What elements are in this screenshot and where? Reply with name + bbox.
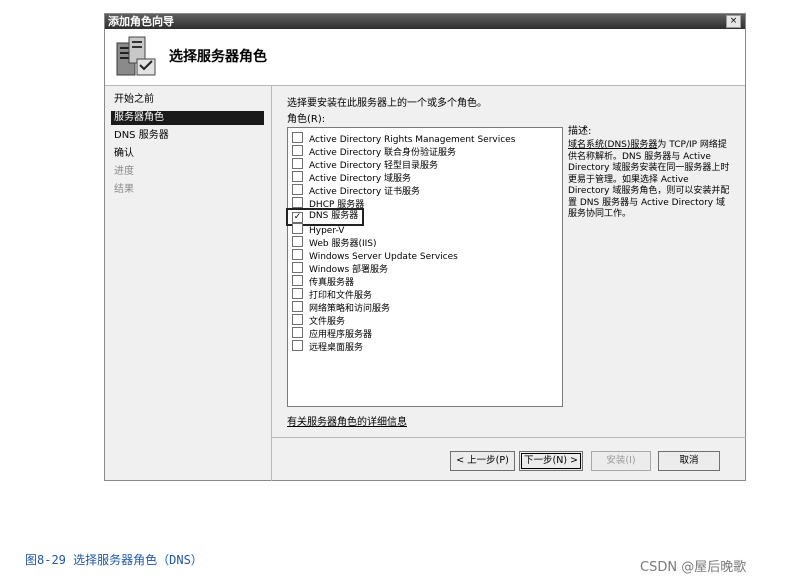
role-checkbox[interactable] [292, 171, 303, 182]
figure-caption: 图8-29 选择服务器角色（DNS） [25, 553, 203, 567]
nav-item-server-roles[interactable]: 服务器角色 [111, 111, 264, 125]
more-info-link[interactable]: 有关服务器角色的详细信息 [287, 413, 407, 428]
role-checkbox[interactable] [292, 249, 303, 260]
role-label: 文件服务 [309, 317, 346, 327]
role-checkbox[interactable] [292, 327, 303, 338]
role-checkbox[interactable] [292, 275, 303, 286]
role-description: 域名系统(DNS)服务器为 TCP/IP 网络提供名称解析。DNS 服务器与 A… [568, 140, 732, 221]
role-item[interactable]: Active Directory 证书服务 [292, 184, 420, 197]
title-bar[interactable]: 添加角色向导 × [105, 14, 745, 29]
roles-listbox[interactable]: Active Directory Rights Management Servi… [285, 127, 563, 407]
role-item[interactable]: 打印和文件服务 [292, 288, 372, 301]
nav-item-progress: 进度 [114, 166, 134, 177]
footer-divider [272, 437, 746, 438]
page-title: 选择服务器角色 [169, 49, 267, 65]
role-checkbox[interactable] [292, 132, 303, 143]
close-button[interactable]: × [726, 15, 741, 28]
back-button[interactable]: < 上一步(P) [450, 451, 515, 471]
role-checkbox[interactable] [292, 184, 303, 195]
role-label: Active Directory 域服务 [309, 174, 412, 184]
role-item[interactable]: Windows 部署服务 [292, 262, 388, 275]
role-item-dns-server[interactable]: ✓ DNS 服务器 [285, 208, 365, 226]
nav-item-before-you-begin[interactable]: 开始之前 [111, 93, 264, 107]
role-item[interactable]: 文件服务 [292, 314, 345, 327]
role-item[interactable]: Active Directory 域服务 [292, 171, 411, 184]
role-item[interactable]: Active Directory Rights Management Servi… [292, 132, 515, 145]
install-button: 安装(I) [591, 451, 651, 471]
role-checkbox-checked[interactable]: ✓ [292, 212, 303, 223]
wizard-header: 选择服务器角色 [105, 29, 745, 86]
watermark: CSDN @屋后晚歌 [640, 560, 747, 575]
add-roles-wizard-dialog: 添加角色向导 × 选择服务器角色 开始之前 服务器角色 DNS 服务器 确认 进… [104, 13, 746, 481]
role-label: Active Directory 轻型目录服务 [309, 161, 439, 171]
role-label: Hyper-V [309, 226, 345, 236]
next-button[interactable]: 下一步(N) > [519, 451, 583, 471]
role-label: Active Directory 证书服务 [309, 187, 421, 197]
role-item[interactable]: Web 服务器(IIS) [292, 236, 377, 249]
cancel-button[interactable]: 取消 [658, 451, 720, 471]
role-label: Windows Server Update Services [309, 252, 458, 262]
role-checkbox[interactable] [292, 223, 303, 234]
role-label: 网络策略和访问服务 [309, 304, 391, 314]
description-title: 描述: [568, 126, 592, 137]
role-label: 打印和文件服务 [309, 291, 373, 301]
role-checkbox[interactable] [292, 340, 303, 351]
role-item[interactable]: 传真服务器 [292, 275, 354, 288]
role-checkbox[interactable] [292, 262, 303, 273]
role-item[interactable]: Hyper-V [292, 223, 344, 236]
role-label: 应用程序服务器 [309, 330, 373, 340]
role-label: Windows 部署服务 [309, 265, 389, 275]
dns-description-link[interactable]: 域名系统(DNS)服务器 [568, 140, 657, 150]
wizard-steps-nav: 开始之前 服务器角色 DNS 服务器 确认 进度 结果 [105, 86, 270, 481]
instruction-text: 选择要安装在此服务器上的一个或多个角色。 [287, 98, 487, 109]
nav-item-dns-server[interactable]: DNS 服务器 [111, 129, 264, 143]
role-label: Active Directory Rights Management Servi… [309, 135, 516, 145]
role-item[interactable]: Active Directory 轻型目录服务 [292, 158, 438, 171]
role-label: Active Directory 联合身份验证服务 [309, 148, 457, 158]
role-label: DHCP 服务器 [309, 200, 365, 210]
role-label: DNS 服务器 [309, 211, 359, 221]
role-item[interactable]: 远程桌面服务 [292, 340, 363, 353]
nav-item-results: 结果 [114, 184, 134, 195]
role-label: 传真服务器 [309, 278, 355, 288]
role-checkbox[interactable] [292, 301, 303, 312]
description-text: 为 TCP/IP 网络提供名称解析。DNS 服务器与 Active Direct… [568, 140, 730, 219]
role-item[interactable]: 应用程序服务器 [292, 327, 372, 340]
role-checkbox[interactable] [292, 314, 303, 325]
role-item[interactable]: Active Directory 联合身份验证服务 [292, 145, 456, 158]
window-title: 添加角色向导 [108, 15, 174, 28]
role-checkbox[interactable] [292, 288, 303, 299]
role-item[interactable]: 网络策略和访问服务 [292, 301, 390, 314]
role-checkbox[interactable] [292, 145, 303, 156]
role-item[interactable]: DHCP 服务器 [292, 197, 364, 210]
content-pane: 选择要安装在此服务器上的一个或多个角色。 角色(R): Active Direc… [272, 86, 747, 436]
role-item[interactable]: Windows Server Update Services [292, 249, 458, 262]
role-checkbox[interactable] [292, 158, 303, 169]
role-checkbox[interactable] [292, 236, 303, 247]
role-label: 远程桌面服务 [309, 343, 364, 353]
roles-label: 角色(R): [287, 114, 326, 125]
server-roles-icon [116, 36, 156, 76]
role-label: Web 服务器(IIS) [309, 239, 377, 249]
role-checkbox[interactable] [292, 197, 303, 208]
nav-item-confirmation[interactable]: 确认 [111, 147, 264, 161]
